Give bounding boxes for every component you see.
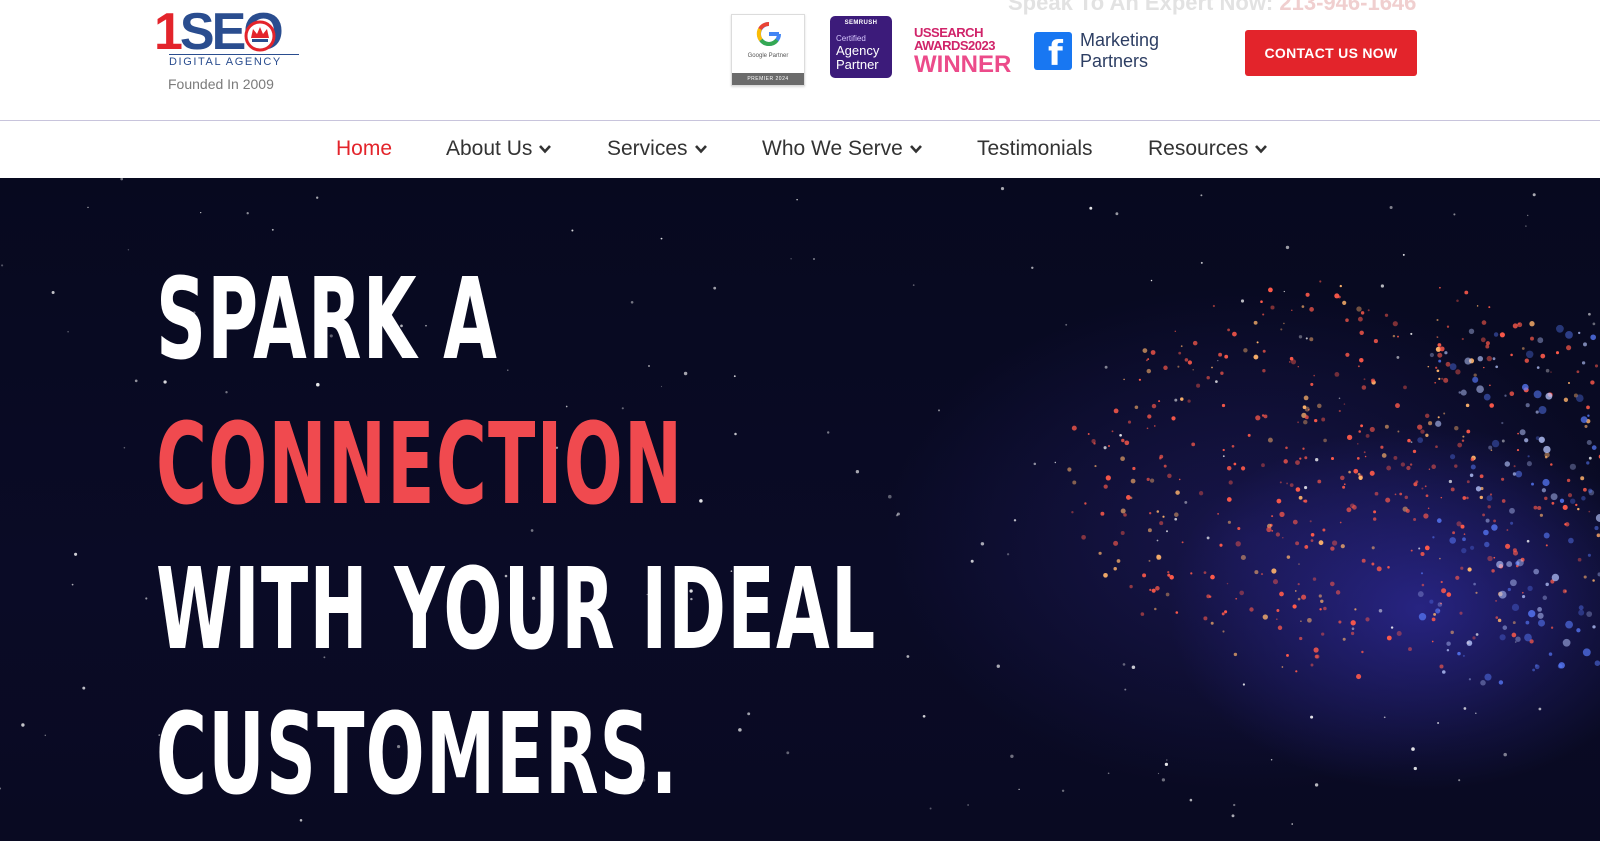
- speak-text: Speak To An Expert Now:: [1008, 0, 1274, 15]
- phone-number-link[interactable]: 213-946-1646: [1279, 0, 1416, 15]
- semrush-partner: Partner: [836, 57, 879, 72]
- nav-who-we-serve[interactable]: Who We Serve: [762, 137, 923, 161]
- site-header: Speak To An Expert Now: 213-946-1646 1SE…: [0, 0, 1600, 120]
- chevron-down-icon: [909, 145, 922, 154]
- chevron-down-icon: [1255, 145, 1268, 154]
- nav-home[interactable]: Home: [336, 137, 392, 161]
- google-g-icon: [756, 22, 781, 46]
- hero-line-4: CUSTOMERS.: [156, 690, 679, 820]
- google-partner-badge: Google Partner PREMIER 2024: [731, 14, 805, 86]
- google-partner-footer: PREMIER 2024: [732, 73, 804, 85]
- logo-subtitle: DIGITAL AGENCY: [169, 56, 282, 68]
- hero-line-1: SPARK A: [156, 255, 499, 385]
- hero-headline: SPARK A CONNECTION WITH YOUR IDEAL CUSTO…: [156, 248, 876, 828]
- nav-resources[interactable]: Resources: [1148, 137, 1268, 161]
- crown-icon: [244, 20, 276, 52]
- founded-text: Founded In 2009: [168, 76, 274, 92]
- hero-line-3: WITH YOUR IDEAL: [156, 545, 877, 675]
- nav-about-us[interactable]: About Us: [446, 137, 552, 161]
- facebook-marketing-partners-badge: f Marketing Partners: [1034, 30, 1194, 74]
- semrush-agency-badge: SEMRUSH Certified Agency Partner: [830, 16, 892, 78]
- nav-testimonials[interactable]: Testimonials: [977, 137, 1093, 161]
- semrush-label: SEMRUSH: [844, 20, 878, 26]
- ussearch-awards-badge: USSEARCH AWARDS2023 WINNER: [914, 25, 1012, 78]
- chevron-down-icon: [694, 145, 707, 154]
- hero-line-2: CONNECTION: [156, 400, 684, 530]
- contact-us-button[interactable]: CONTACT US NOW: [1245, 30, 1417, 76]
- logo-divider: [169, 54, 299, 55]
- google-partner-label: Google Partner: [747, 53, 789, 59]
- semrush-certified: Certified: [836, 34, 866, 43]
- facebook-icon: f: [1034, 32, 1072, 74]
- chevron-down-icon: [539, 145, 552, 154]
- hero-banner: SPARK A CONNECTION WITH YOUR IDEAL CUSTO…: [0, 178, 1600, 841]
- nav-services[interactable]: Services: [607, 137, 708, 161]
- semrush-agency: Agency: [836, 43, 880, 58]
- main-nav: Home About Us Services Who We Serve Test…: [0, 121, 1600, 178]
- speak-to-expert-line: Speak To An Expert Now: 213-946-1646: [1008, 0, 1416, 16]
